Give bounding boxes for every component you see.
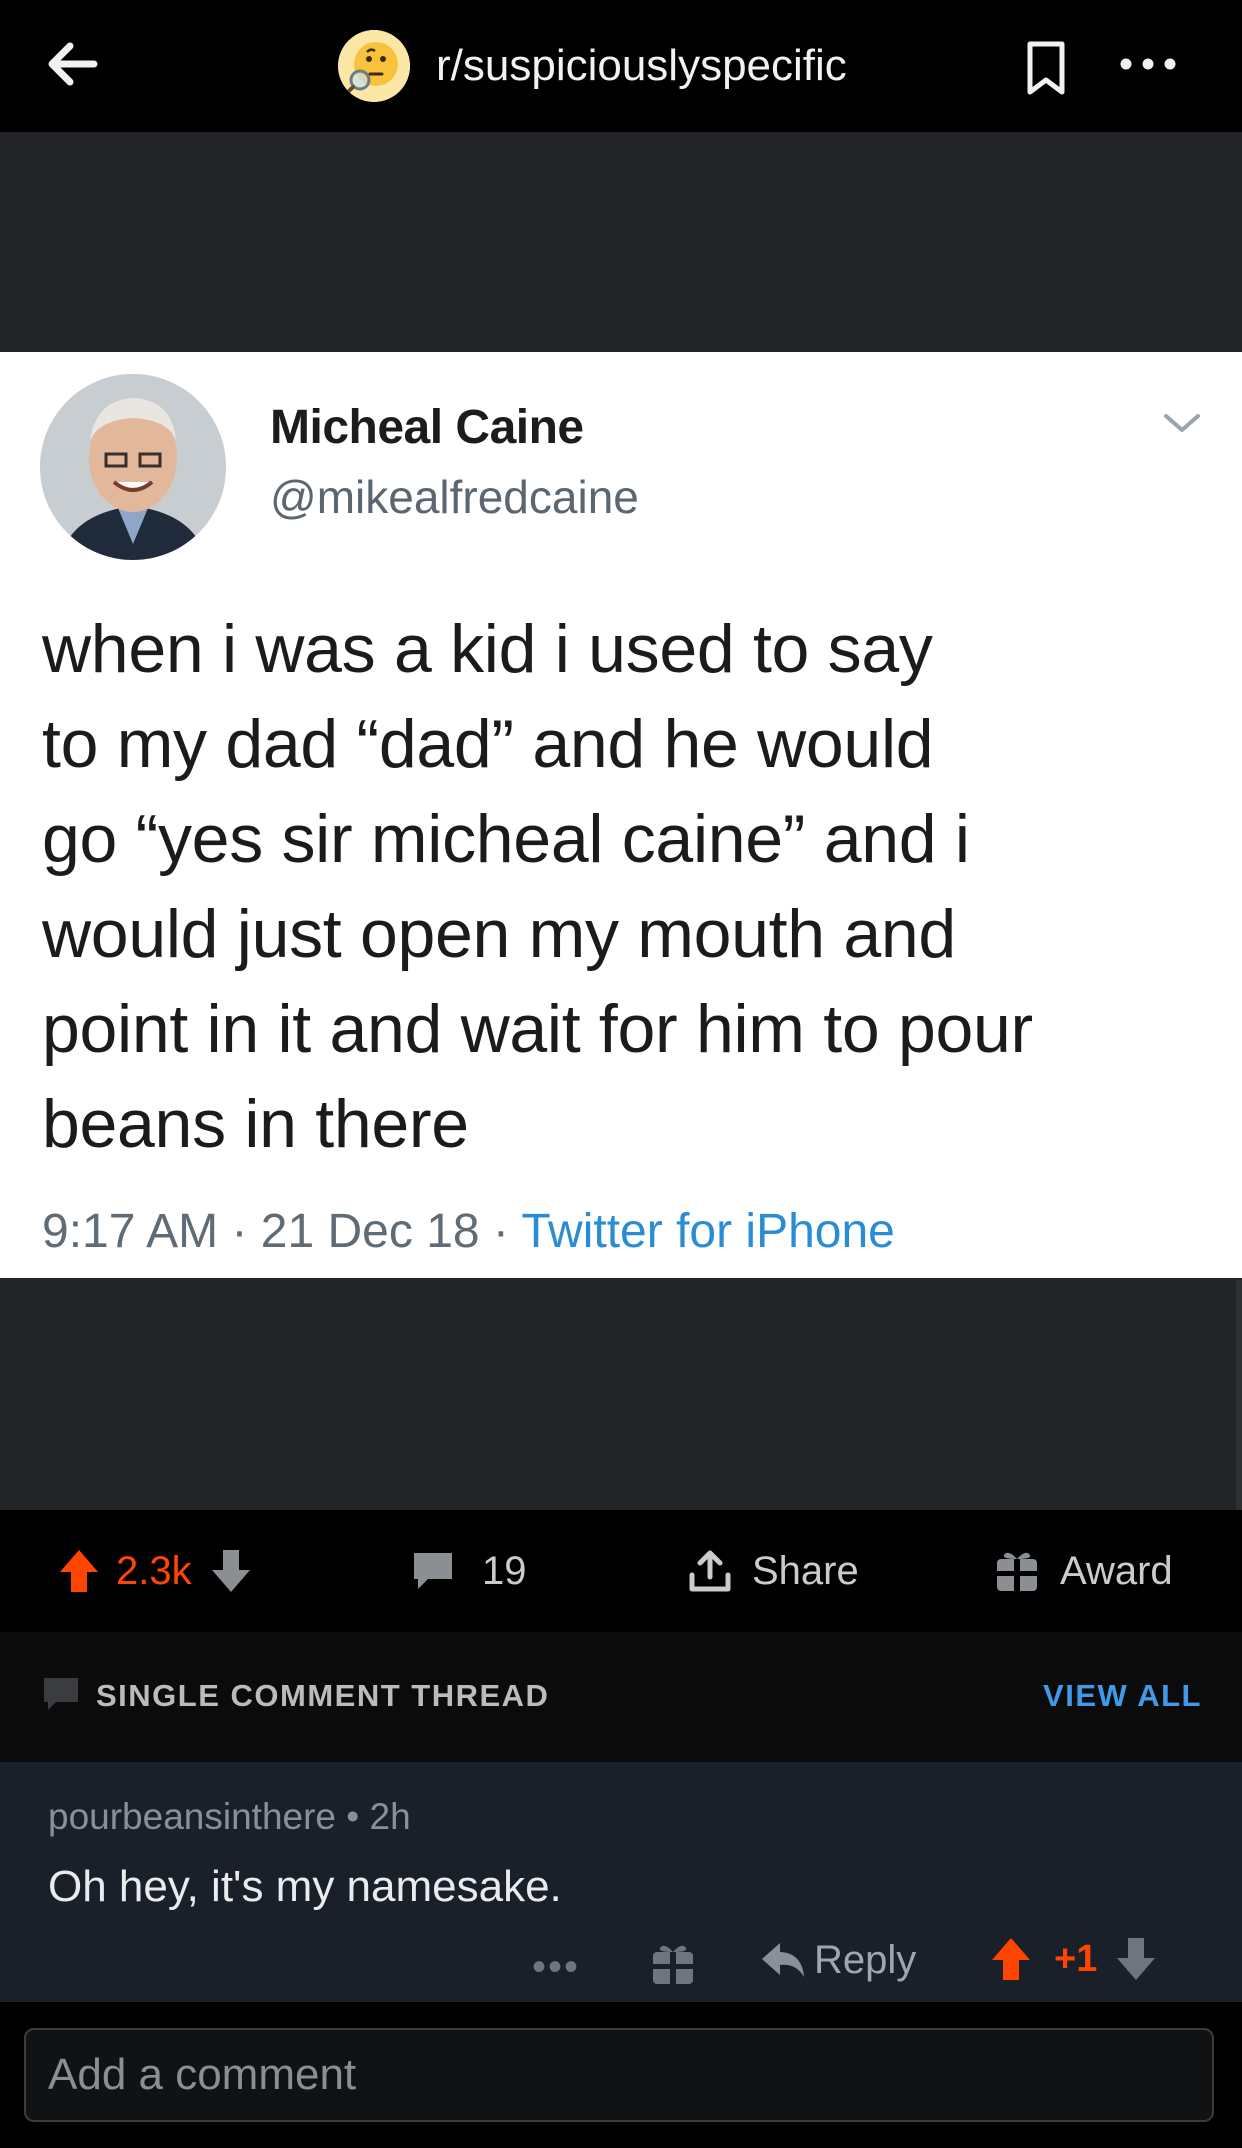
tweet-author-avatar xyxy=(40,374,226,560)
tweet-meta: 9:17 AM · 21 Dec 18 · Twitter for iPhone xyxy=(42,1204,895,1260)
post-action-bar: 2.3k 19 Share Award xyxy=(0,1510,1242,1632)
vote-group: 2.3k xyxy=(58,1510,252,1632)
subreddit-avatar[interactable] xyxy=(338,30,410,102)
comment-count: 19 xyxy=(482,1548,527,1593)
subreddit-thinking-face-icon xyxy=(338,30,410,102)
person-portrait-icon xyxy=(40,374,226,560)
comment: pourbeansinthere • 2h Oh hey, it's my na… xyxy=(0,1762,1242,2002)
upvote-arrow-icon[interactable] xyxy=(990,1936,1032,1982)
share-button[interactable]: Share xyxy=(686,1510,859,1632)
comment-age: 2h xyxy=(369,1796,411,1837)
comment-score: +1 xyxy=(1054,1937,1098,1980)
comment-award-button[interactable] xyxy=(650,1942,696,1988)
reply-label: Reply xyxy=(814,1938,917,1982)
upvote-arrow-icon[interactable] xyxy=(58,1548,100,1594)
award-button[interactable]: Award xyxy=(994,1510,1173,1632)
view-all-link[interactable]: VIEW ALL xyxy=(1043,1678,1202,1714)
tweet-text-line: point in it and wait for him to pour xyxy=(42,991,1033,1067)
gift-icon xyxy=(653,1945,693,1984)
meta-separator: · xyxy=(479,1205,522,1258)
meta-separator: • xyxy=(336,1796,370,1837)
reply-arrow-icon xyxy=(762,1942,804,1977)
downvote-arrow-icon[interactable] xyxy=(210,1548,252,1594)
downvote-arrow-icon[interactable] xyxy=(1115,1936,1157,1982)
bookmark-icon xyxy=(1027,41,1065,95)
tweet-text-line: would just open my mouth and xyxy=(42,896,956,972)
tweet-time: 9:17 AM xyxy=(42,1205,219,1258)
tweet-text-line: when i was a kid i used to say xyxy=(42,611,933,687)
comment-bubble-icon xyxy=(44,1678,78,1710)
thread-label: SINGLE COMMENT THREAD xyxy=(96,1678,550,1713)
tweet-date: 21 Dec 18 xyxy=(260,1205,480,1258)
top-bar: r/suspiciouslyspecific xyxy=(0,0,1242,132)
add-comment-input[interactable] xyxy=(24,2028,1214,2122)
tweet-text-line: go “yes sir micheal caine” and i xyxy=(42,801,970,877)
chevron-down-icon xyxy=(1164,414,1200,432)
share-icon xyxy=(689,1550,731,1592)
tweet-text-line: to my dad “dad” and he would xyxy=(42,706,934,782)
tweet-source: Twitter for iPhone xyxy=(521,1205,895,1258)
award-label: Award xyxy=(1060,1548,1173,1593)
more-options-button[interactable] xyxy=(1116,38,1180,90)
vote-count: 2.3k xyxy=(116,1548,192,1593)
tweet-menu-chevron xyxy=(1160,408,1204,438)
tweet-handle: @mikealfredcaine xyxy=(270,471,639,523)
comment-more-button[interactable]: ••• xyxy=(532,1947,580,1987)
gift-icon xyxy=(997,1552,1037,1591)
share-label: Share xyxy=(752,1548,859,1593)
comment-author[interactable]: pourbeansinthere xyxy=(48,1796,336,1837)
comment-actions: ••• Reply +1 xyxy=(0,1932,1242,1998)
comment-vote-group: +1 xyxy=(990,1936,1157,1982)
comment-composer xyxy=(0,2002,1242,2148)
meta-separator: · xyxy=(218,1205,261,1258)
thread-header: SINGLE COMMENT THREAD VIEW ALL xyxy=(0,1632,1242,1762)
comment-bubble-icon xyxy=(414,1553,452,1589)
back-button[interactable] xyxy=(40,32,104,96)
back-arrow-icon xyxy=(48,42,98,86)
more-dots-icon xyxy=(1120,58,1176,70)
comment-body: Oh hey, it's my namesake. xyxy=(48,1862,562,1911)
comments-button[interactable]: 19 xyxy=(410,1510,527,1632)
tweet-text-line: beans in there xyxy=(42,1086,469,1162)
bookmark-button[interactable] xyxy=(1020,38,1072,98)
reply-button[interactable]: Reply xyxy=(760,1938,916,1983)
tweet-text: when i was a kid i used to say to my dad… xyxy=(42,602,1222,1172)
tweet-display-name: Micheal Caine xyxy=(270,401,584,454)
post-media[interactable]: Micheal Caine @mikealfredcaine when i wa… xyxy=(0,132,1242,1642)
comment-meta: pourbeansinthere • 2h xyxy=(48,1796,411,1838)
tweet-screenshot: Micheal Caine @mikealfredcaine when i wa… xyxy=(0,352,1242,1278)
subreddit-name[interactable]: r/suspiciouslyspecific xyxy=(436,40,847,92)
